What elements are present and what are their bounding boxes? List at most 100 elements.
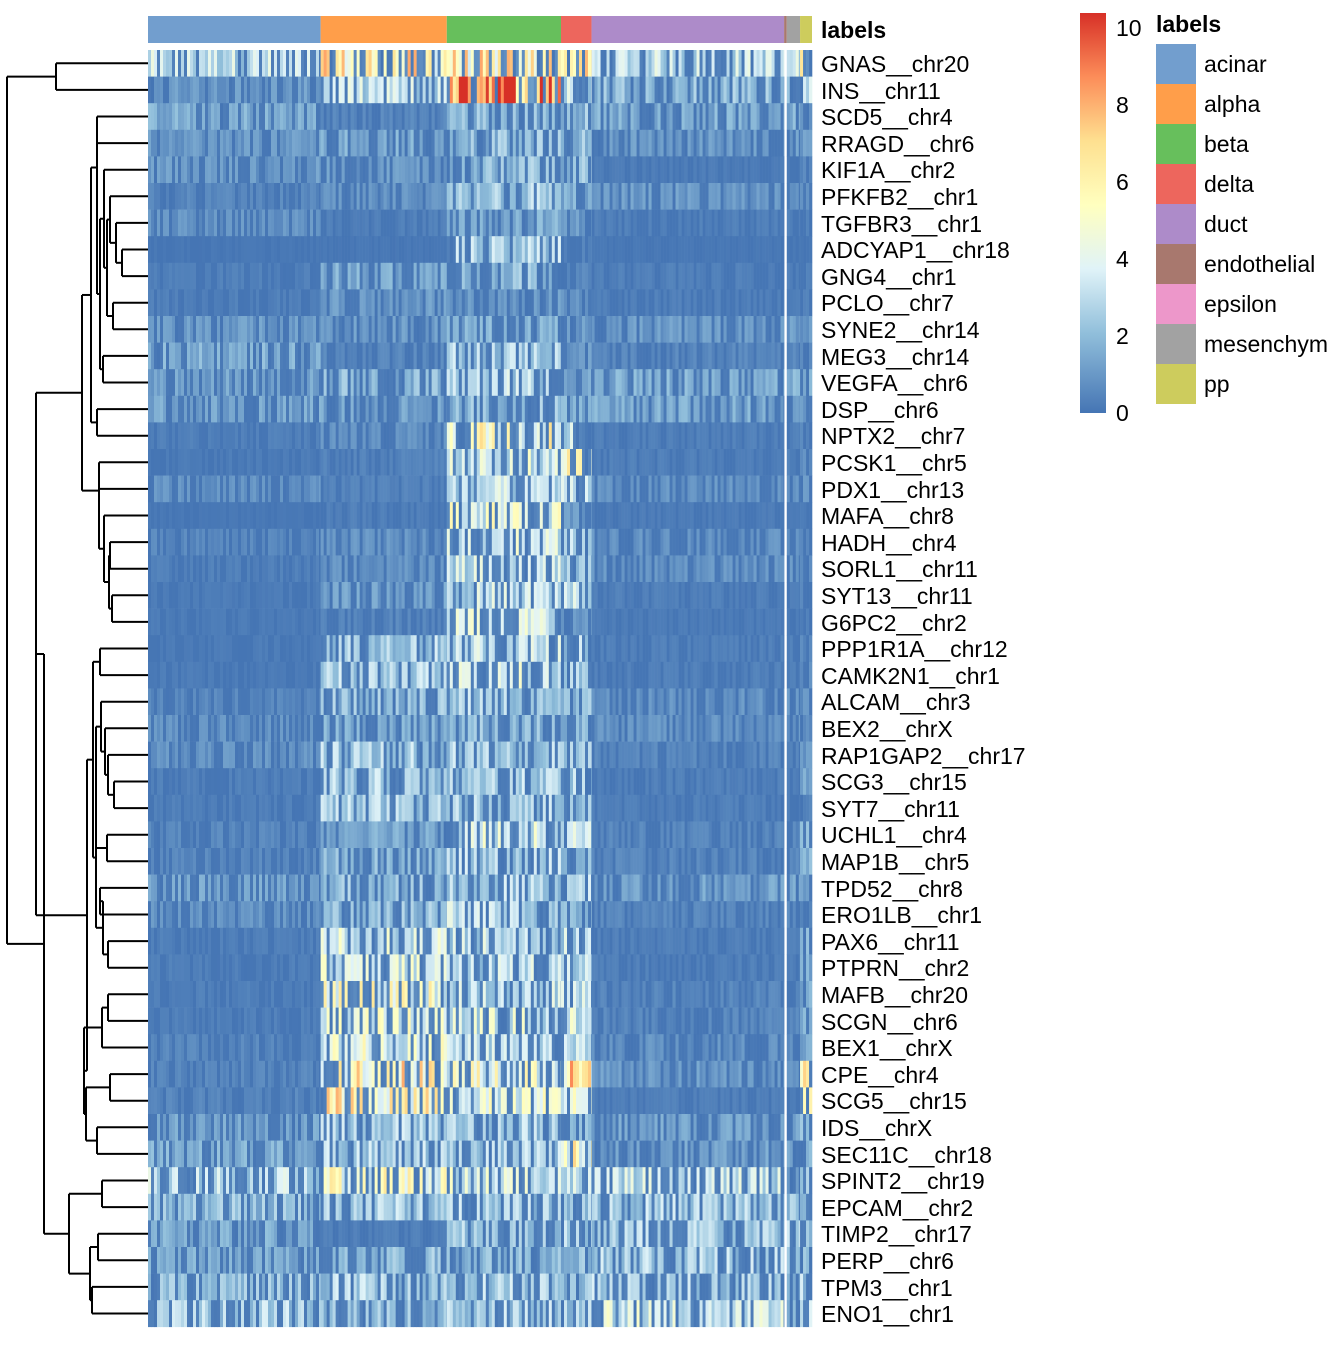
heatmap-cell	[564, 156, 567, 183]
heatmap-cell	[304, 502, 307, 529]
heatmap-cell	[235, 156, 238, 183]
heatmap-cell	[748, 289, 751, 316]
heatmap-cell	[513, 316, 516, 343]
heatmap-cell	[691, 130, 694, 157]
heatmap-cell	[610, 422, 613, 449]
heatmap-cell	[540, 316, 543, 343]
heatmap-cell	[510, 50, 513, 77]
heatmap-cell	[232, 103, 235, 130]
heatmap-cell	[456, 609, 459, 636]
heatmap-cell	[202, 609, 205, 636]
heatmap-cell	[151, 502, 154, 529]
heatmap-cell	[552, 263, 555, 290]
heatmap-cell	[274, 343, 277, 370]
heatmap-cell	[235, 555, 238, 582]
heatmap-cell	[238, 50, 241, 77]
heatmap-cell	[748, 396, 751, 423]
heatmap-cell	[607, 263, 610, 290]
heatmap-cell	[199, 396, 202, 423]
heatmap-cell	[504, 396, 507, 423]
heatmap-cell	[333, 343, 336, 370]
heatmap-cell	[754, 396, 757, 423]
heatmap-cell	[540, 609, 543, 636]
heatmap-cell	[498, 263, 501, 290]
heatmap-cell	[796, 156, 799, 183]
heatmap-cell	[375, 343, 378, 370]
heatmap-cell	[483, 449, 486, 476]
heatmap-cell	[751, 130, 754, 157]
heatmap-cell	[724, 130, 727, 157]
heatmap-cell	[703, 476, 706, 503]
heatmap-cell	[757, 422, 760, 449]
heatmap-cell	[495, 289, 498, 316]
heatmap-cell	[592, 183, 595, 210]
heatmap-cell	[193, 582, 196, 609]
heatmap-cell	[163, 183, 166, 210]
heatmap-cell	[295, 529, 298, 556]
heatmap-cell	[286, 609, 289, 636]
heatmap-cell	[465, 236, 468, 263]
heatmap-cell	[492, 130, 495, 157]
heatmap-cell	[154, 396, 157, 423]
heatmap-cell	[489, 502, 492, 529]
heatmap-cell	[480, 183, 483, 210]
heatmap-cell	[235, 343, 238, 370]
heatmap-cell	[471, 263, 474, 290]
heatmap-cell	[450, 210, 453, 237]
heatmap-cell	[175, 316, 178, 343]
heatmap-cell	[769, 263, 772, 290]
heatmap-cell	[549, 449, 552, 476]
heatmap-cell	[549, 236, 552, 263]
heatmap-cell	[390, 316, 393, 343]
heatmap-cell	[226, 156, 229, 183]
heatmap-cell	[754, 449, 757, 476]
heatmap-cell	[265, 449, 268, 476]
heatmap-cell	[778, 50, 781, 77]
heatmap-cell	[664, 609, 667, 636]
heatmap-cell	[396, 449, 399, 476]
heatmap-cell	[742, 343, 745, 370]
heatmap-cell	[262, 130, 265, 157]
heatmap-cell	[166, 103, 169, 130]
heatmap-cell	[670, 422, 673, 449]
heatmap-cell	[742, 183, 745, 210]
heatmap-cell	[363, 156, 366, 183]
heatmap-cell	[772, 130, 775, 157]
heatmap-cell	[217, 555, 220, 582]
heatmap-cell	[286, 502, 289, 529]
heatmap-cell	[528, 50, 531, 77]
heatmap-cell	[208, 502, 211, 529]
heatmap-cell	[223, 609, 226, 636]
heatmap-cell	[232, 422, 235, 449]
heatmap-cell	[447, 369, 450, 396]
heatmap-cell	[354, 449, 357, 476]
heatmap-cell	[592, 316, 595, 343]
heatmap-cell	[459, 103, 462, 130]
heatmap-cell	[501, 609, 504, 636]
heatmap-cell	[739, 502, 742, 529]
heatmap-cell	[181, 77, 184, 104]
heatmap-cell	[372, 50, 375, 77]
heatmap-cell	[537, 396, 540, 423]
heatmap-cell	[751, 609, 754, 636]
heatmap-cell	[223, 77, 226, 104]
heatmap-cell	[748, 502, 751, 529]
heatmap-cell	[546, 529, 549, 556]
heatmap-cell	[316, 422, 319, 449]
heatmap-cell	[652, 183, 655, 210]
heatmap-cell	[202, 582, 205, 609]
heatmap-cell	[610, 582, 613, 609]
heatmap-cell	[429, 50, 432, 77]
heatmap-cell	[205, 103, 208, 130]
heatmap-cell	[390, 555, 393, 582]
heatmap-cell	[354, 236, 357, 263]
heatmap-cell	[289, 343, 292, 370]
heatmap-cell	[661, 502, 664, 529]
heatmap-cell	[558, 343, 561, 370]
heatmap-cell	[229, 449, 232, 476]
heatmap-cell	[721, 263, 724, 290]
heatmap-cell	[229, 289, 232, 316]
heatmap-cell	[327, 476, 330, 503]
heatmap-cell	[803, 343, 806, 370]
heatmap-cell	[268, 609, 271, 636]
